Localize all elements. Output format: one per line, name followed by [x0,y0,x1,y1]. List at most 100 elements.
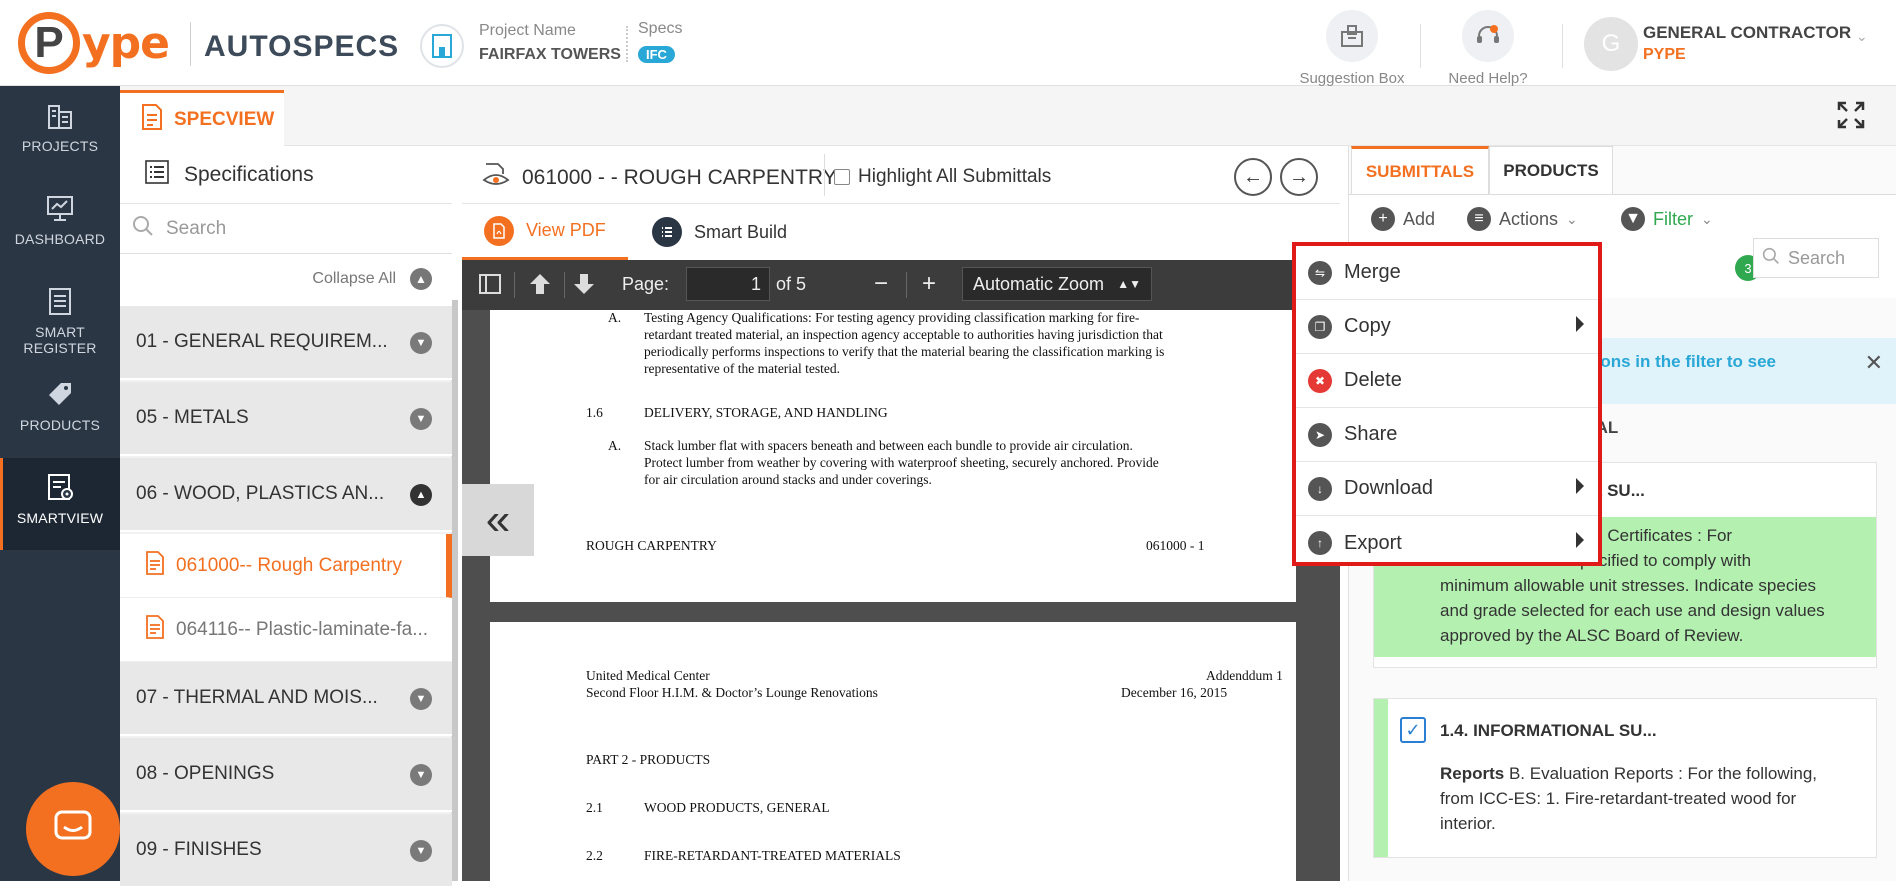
arrow-down-icon[interactable] [572,272,596,301]
nav-smartview[interactable]: SMARTVIEW [0,458,120,550]
arrow-up-icon[interactable] [528,272,552,301]
pdf-text: 2.2 [586,848,603,863]
page-count: of 5 [776,274,807,294]
division-label: 05 - METALS [136,407,249,428]
chevron-down-icon[interactable]: ▼ [410,688,432,710]
sidebar-toggle-icon[interactable] [478,272,502,301]
highlight-all-submittals-checkbox[interactable]: Highlight All Submittals [834,166,1051,188]
list-icon [652,217,682,247]
select-arrows-icon: ▲▼ [1117,277,1141,291]
card-body-line: approved by the ALSC Board of Review. [1440,626,1744,645]
monitor-icon [0,193,120,225]
previous-submittal-button[interactable]: ← [1234,158,1272,196]
menu-item-delete[interactable]: ✖ Delete [1296,354,1598,408]
card-body-line: Reports B. Evaluation Reports : For the … [1440,761,1860,786]
division-08[interactable]: 08 - OPENINGS ▼ [120,738,452,812]
menu-item-share[interactable]: ➤ Share [1296,408,1598,462]
tab-specview[interactable]: SPECVIEW [120,90,284,146]
zoom-out-button[interactable]: − [874,270,888,298]
document-header: 061000 - - ROUGH CARPENTRY Highlight All… [462,146,1340,204]
avatar[interactable]: G [1584,17,1638,71]
pdf-text: for air circulation around stacks and un… [644,472,932,487]
project-icon [420,24,464,68]
specs-badge[interactable]: IFC [638,46,675,63]
eye-document-icon [482,162,510,194]
zoom-in-button[interactable]: + [922,270,936,298]
spec-search-input[interactable]: Search [120,204,452,254]
document-title-text: 061000 - - ROUGH CARPENTRY [522,166,837,189]
section-061000[interactable]: 061000-- Rough Carpentry [120,534,452,598]
division-07[interactable]: 07 - THERMAL AND MOIS... ▼ [120,662,452,736]
pdf-toolbar: Page: 1 of 5 − + Automatic Zoom ▲▼ [462,260,1340,310]
collapse-panel-button[interactable]: « [462,484,534,556]
add-label: Add [1403,208,1436,229]
fullscreen-icon[interactable] [1836,100,1866,135]
nav-smart-register[interactable]: SMART REGISTER [0,272,120,364]
tab-specview-label: SPECVIEW [174,108,275,130]
nav-products[interactable]: PRODUCTS [0,365,120,457]
tab-products[interactable]: PRODUCTS [1489,146,1613,194]
tab-view-pdf[interactable]: View PDF [462,204,628,260]
next-submittal-button[interactable]: → [1280,158,1318,196]
specifications-header: Specifications [120,146,452,204]
chat-launcher-button[interactable] [26,782,120,876]
add-button[interactable]: + Add [1371,207,1435,231]
chevron-down-icon[interactable]: ▼ [410,764,432,786]
logo-letter: P [18,12,80,74]
submenu-arrow-icon [1576,478,1584,494]
tab-submittals[interactable]: SUBMITTALS [1351,146,1489,194]
chevron-down-icon[interactable]: ▼ [410,840,432,862]
division-09[interactable]: 09 - FINISHES ▼ [120,814,452,888]
user-role[interactable]: GENERAL CONTRACTOR [1643,23,1851,43]
filter-icon: ▼ [1621,207,1645,231]
card-checkbox[interactable]: ✓ [1400,717,1426,743]
tab-smart-build[interactable]: Smart Build [630,204,809,260]
search-icon [1762,247,1780,270]
need-help-label: Need Help? [1448,70,1528,87]
pype-logo[interactable]: P ype [18,8,170,78]
card-highlight-bar [1374,699,1388,857]
chevron-down-icon[interactable]: ▼ [410,408,432,430]
chat-icon [53,809,93,850]
view-tabs: View PDF Smart Build [462,204,1340,260]
chevron-down-icon[interactable]: ▼ [410,332,432,354]
division-01[interactable]: 01 - GENERAL REQUIREM... ▼ [120,306,452,380]
chevron-up-icon[interactable]: ▲ [410,484,432,506]
menu-item-merge[interactable]: ⇋ Merge [1296,246,1598,300]
section-064116[interactable]: 064116-- Plastic-laminate-fa... [120,598,452,662]
checkbox-box[interactable] [834,169,850,185]
need-help-button[interactable]: Need Help? [1418,10,1558,87]
pdf-viewer[interactable]: A. Testing Agency Qualifications: For te… [462,310,1340,881]
pdf-text: representative of the material tested. [644,361,841,376]
chevron-down-icon[interactable]: ⌄ [1856,28,1868,45]
actions-button[interactable]: ≡ Actions ⌄ [1467,207,1578,231]
zoom-select[interactable]: Automatic Zoom ▲▼ [962,267,1152,301]
pdf-text: Second Floor H.I.M. & Doctor’s Lounge Re… [586,685,878,700]
submittal-card[interactable]: ✓ 1.4. INFORMATIONAL SU... Reports B. Ev… [1373,698,1877,858]
help-icon [1462,10,1514,62]
collapse-all-label[interactable]: Collapse All [312,270,396,288]
pdf-text: retardant treated material, an inspectio… [644,327,1163,342]
close-icon[interactable]: ✕ [1865,350,1883,376]
project-name-value[interactable]: FAIRFAX TOWERS [479,46,621,64]
pdf-text: DELIVERY, STORAGE, AND HANDLING [644,405,888,420]
division-05[interactable]: 05 - METALS ▼ [120,382,452,456]
submittal-search-input[interactable]: Search [1753,238,1879,278]
division-06[interactable]: 06 - WOOD, PLASTICS AN... ▲ [120,458,452,532]
page-number-input[interactable]: 1 [686,267,770,301]
document-title: 061000 - - ROUGH CARPENTRY [482,162,837,194]
suggestion-box-button[interactable]: Suggestion Box [1282,10,1422,87]
chevron-up-icon[interactable]: ▲ [410,268,432,290]
spec-scrollbar[interactable] [452,300,458,881]
division-label: 08 - OPENINGS [136,763,275,784]
menu-item-download[interactable]: ↓ Download [1296,462,1598,516]
filter-button[interactable]: ▼ Filter ⌄ [1621,207,1713,231]
menu-item-copy[interactable]: ❐ Copy [1296,300,1598,354]
nav-projects[interactable]: PROJECTS [0,86,120,178]
specs-label: Specs [638,20,683,37]
nav-dashboard[interactable]: DASHBOARD [0,179,120,271]
specifications-title: Specifications [184,162,314,186]
card-body-bold: Reports [1440,764,1505,783]
menu-item-export[interactable]: ↑ Export [1296,516,1598,570]
submenu-arrow-icon [1576,532,1584,548]
